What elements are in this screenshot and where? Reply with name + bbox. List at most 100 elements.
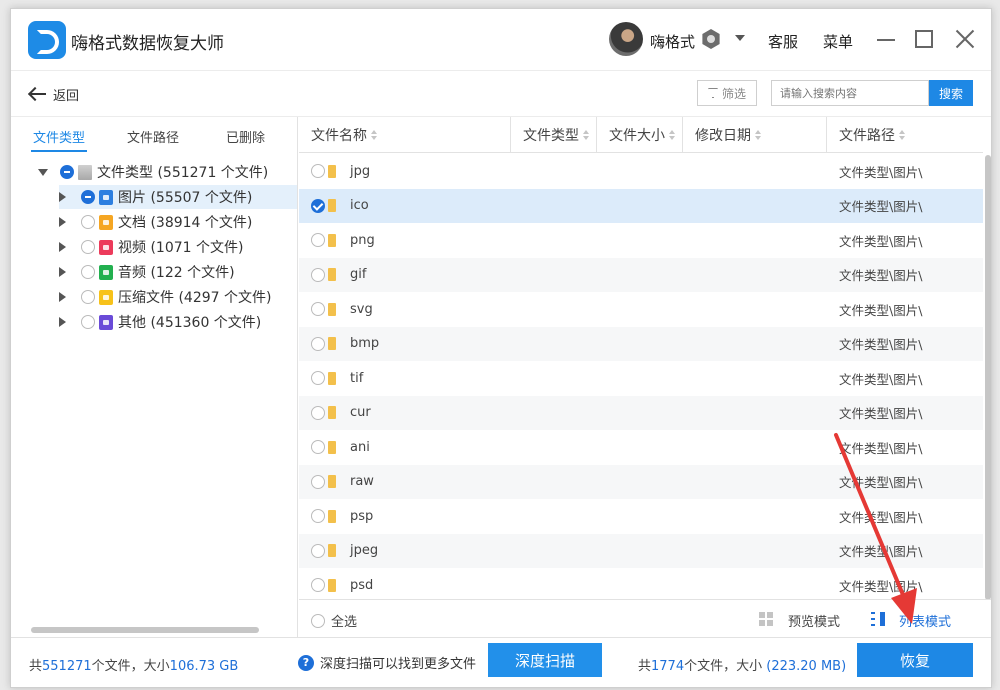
horizontal-scrollbar[interactable] [31, 627, 259, 633]
tree-root[interactable]: 文件类型 (551271 个文件) [38, 160, 268, 184]
tree-item-video[interactable]: 视频 (1071 个文件) [59, 235, 243, 259]
caret-right-icon[interactable] [59, 292, 66, 302]
search-button[interactable]: 搜索 [929, 80, 973, 106]
row-checkbox[interactable] [311, 440, 325, 455]
caret-right-icon[interactable] [59, 192, 66, 202]
list-view-icon[interactable] [871, 612, 887, 626]
row-checkbox[interactable] [311, 474, 325, 489]
table-row[interactable]: cur 文件类型\图片\ [299, 395, 983, 430]
row-checkbox[interactable] [311, 233, 325, 248]
document-file-icon [99, 214, 113, 230]
back-button[interactable]: 返回 [29, 83, 79, 105]
column-header-name[interactable]: 文件名称 [299, 117, 511, 153]
tab-file-type[interactable]: 文件类型 [33, 127, 85, 146]
user-name[interactable]: 嗨格式 [650, 31, 695, 52]
row-checkbox[interactable] [311, 267, 325, 282]
tree-item-label: 压缩文件 (4297 个文件) [118, 290, 272, 306]
deep-scan-button[interactable]: 深度扫描 [488, 643, 602, 677]
table-row[interactable]: jpeg 文件类型\图片\ [299, 533, 983, 568]
summary-text: 共 [29, 659, 43, 674]
support-button[interactable]: 客服 [768, 31, 798, 52]
row-file-path: 文件类型\图片\ [839, 578, 923, 594]
grid-view-icon[interactable] [759, 612, 773, 626]
tree-checkbox[interactable] [81, 190, 95, 204]
table-row[interactable]: psp 文件类型\图片\ [299, 499, 983, 534]
tree-checkbox[interactable] [81, 240, 95, 254]
tab-file-path[interactable]: 文件路径 [127, 127, 179, 146]
tree-item-audio[interactable]: 音频 (122 个文件) [59, 260, 235, 284]
table-row[interactable]: psd 文件类型\图片\ [299, 568, 983, 603]
row-checkbox[interactable] [311, 371, 325, 386]
row-file-path: 文件类型\图片\ [839, 199, 923, 215]
folder-icon [328, 233, 336, 247]
row-checkbox[interactable] [311, 302, 325, 317]
folder-icon [328, 578, 336, 592]
sort-icon[interactable] [583, 130, 589, 140]
column-header-size[interactable]: 文件大小 [597, 117, 683, 153]
sort-icon[interactable] [371, 130, 377, 140]
search-input[interactable] [771, 80, 929, 106]
tree-checkbox[interactable] [81, 265, 95, 279]
select-all[interactable]: 全选 [311, 611, 357, 630]
table-row[interactable]: ani 文件类型\图片\ [299, 430, 983, 465]
caret-right-icon[interactable] [59, 317, 66, 327]
column-header-type[interactable]: 文件类型 [511, 117, 597, 153]
tab-deleted[interactable]: 已删除 [226, 127, 265, 146]
row-checkbox[interactable] [311, 405, 325, 420]
tree-item-image[interactable]: 图片 (55507 个文件) [59, 185, 297, 209]
list-mode-button[interactable]: 列表模式 [899, 611, 951, 630]
sort-icon[interactable] [669, 130, 675, 140]
sort-icon[interactable] [755, 130, 761, 140]
row-file-name: psp [350, 508, 374, 524]
tree-checkbox[interactable] [81, 290, 95, 304]
table-row[interactable]: bmp 文件类型\图片\ [299, 326, 983, 361]
sort-icon[interactable] [899, 130, 905, 140]
table-row[interactable]: svg 文件类型\图片\ [299, 292, 983, 327]
caret-down-icon[interactable] [38, 168, 48, 176]
table-row[interactable]: tif 文件类型\图片\ [299, 361, 983, 396]
select-all-checkbox[interactable] [311, 613, 325, 628]
left-tabs: 文件类型 文件路径 已删除 [11, 117, 298, 153]
table-row[interactable]: ico 文件类型\图片\ [299, 188, 983, 223]
tree-item-other[interactable]: 其他 (451360 个文件) [59, 310, 261, 334]
column-header-label: 文件大小 [609, 128, 665, 144]
audio-file-icon [99, 264, 113, 280]
column-header-date[interactable]: 修改日期 [683, 117, 827, 153]
menu-button[interactable]: 菜单 [823, 31, 853, 52]
toolbar: 返回 筛选 搜索 [11, 71, 991, 117]
table-row[interactable]: gif 文件类型\图片\ [299, 257, 983, 292]
close-icon[interactable] [953, 27, 977, 51]
row-checkbox[interactable] [311, 336, 325, 351]
minimize-icon[interactable] [877, 39, 895, 41]
chevron-down-icon[interactable] [735, 35, 745, 41]
column-header-label: 修改日期 [695, 128, 751, 144]
row-checkbox[interactable] [311, 198, 325, 213]
tree-item-archive[interactable]: 压缩文件 (4297 个文件) [59, 285, 271, 309]
tree-item-label: 视频 (1071 个文件) [118, 240, 244, 256]
table-row[interactable]: png 文件类型\图片\ [299, 223, 983, 258]
deep-scan-hint: ? 深度扫描可以找到更多文件 [298, 653, 476, 672]
column-header-path[interactable]: 文件路径 [827, 117, 983, 153]
preview-mode-button[interactable]: 预览模式 [788, 611, 840, 630]
row-checkbox[interactable] [311, 543, 325, 558]
maximize-icon[interactable] [915, 30, 933, 48]
table-row[interactable]: raw 文件类型\图片\ [299, 464, 983, 499]
caret-right-icon[interactable] [59, 267, 66, 277]
row-file-path: 文件类型\图片\ [839, 164, 923, 180]
caret-right-icon[interactable] [59, 242, 66, 252]
active-tab-indicator [31, 150, 87, 152]
table-row[interactable]: jpg 文件类型\图片\ [299, 154, 983, 189]
tree-item-label: 其他 (451360 个文件) [118, 315, 262, 331]
user-avatar[interactable] [609, 22, 643, 56]
filter-button[interactable]: 筛选 [697, 80, 757, 106]
tree-checkbox[interactable] [60, 165, 74, 179]
tree-checkbox[interactable] [81, 315, 95, 329]
recover-button[interactable]: 恢复 [857, 643, 973, 677]
row-checkbox[interactable] [311, 578, 325, 593]
vertical-scrollbar[interactable] [985, 155, 991, 600]
tree-item-document[interactable]: 文档 (38914 个文件) [59, 210, 252, 234]
tree-checkbox[interactable] [81, 215, 95, 229]
caret-right-icon[interactable] [59, 217, 66, 227]
row-checkbox[interactable] [311, 164, 325, 179]
row-checkbox[interactable] [311, 509, 325, 524]
